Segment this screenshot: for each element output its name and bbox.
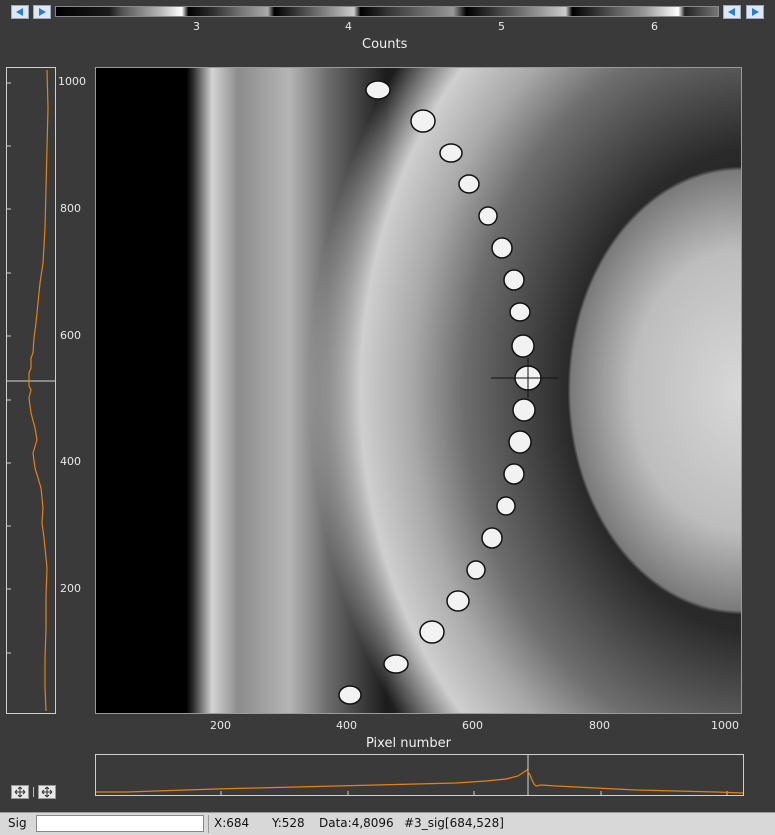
right-arrow-icon: [39, 8, 46, 16]
status-input-field[interactable]: [36, 815, 204, 832]
x-axis-title: Pixel number: [366, 736, 451, 751]
right-arrow-icon: [752, 8, 759, 16]
status-mode-label: Sig: [8, 816, 27, 830]
status-x-readout: X:684: [214, 816, 250, 830]
zoom-tool-button[interactable]: [38, 785, 56, 799]
colorbar-tick-label: 6: [651, 20, 658, 33]
y-tick-label: 1000: [58, 75, 86, 88]
x-tick-label: 800: [589, 719, 610, 732]
tool-separator: [33, 787, 34, 797]
colorbar-axis-title: Counts: [362, 37, 408, 52]
colorbar-left-prev-button[interactable]: [11, 5, 29, 19]
move-icon: [14, 786, 26, 798]
colorbar-right-prev-button[interactable]: [723, 5, 741, 19]
y-tick-label: 800: [60, 202, 81, 215]
left-arrow-icon: [728, 8, 735, 16]
y-tick-label: 600: [60, 329, 81, 342]
left-arrow-icon: [16, 8, 23, 16]
x-tick-label: 400: [336, 719, 357, 732]
spectrum-image[interactable]: [95, 67, 742, 714]
x-tick-label: 600: [462, 719, 483, 732]
colorbar-tick-label: 4: [345, 20, 352, 33]
vertical-profile-plot: [7, 69, 55, 712]
x-tick-label: 200: [210, 719, 231, 732]
status-source-readout: #3_sig[684,528]: [404, 816, 504, 830]
y-tick-label: 400: [60, 455, 81, 468]
status-y-readout: Y:528: [272, 816, 305, 830]
spectrum-overlay: [338, 80, 558, 705]
vertical-profile-line: [28, 69, 49, 712]
horizontal-profile-panel[interactable]: [95, 754, 744, 796]
status-divider: [208, 815, 209, 833]
colorbar-right-next-button[interactable]: [746, 5, 764, 19]
status-bar: Sig X:684 Y:528 Data:4,8096 #3_sig[684,5…: [0, 812, 775, 835]
image-y-axis: 200 400 600 800 1000: [56, 67, 95, 714]
colorbar[interactable]: [55, 6, 719, 17]
colorbar-tick-label: 5: [498, 20, 505, 33]
vertical-profile-panel[interactable]: [6, 67, 56, 714]
horizontal-profile-line: [96, 769, 743, 794]
horizontal-profile-plot: [96, 755, 743, 795]
y-tick-label: 200: [60, 582, 81, 595]
colorbar-left-next-button[interactable]: [33, 5, 51, 19]
x-tick-label: 1000: [711, 719, 739, 732]
status-data-readout: Data:4,8096: [319, 816, 394, 830]
colorbar-tick-label: 3: [193, 20, 200, 33]
pan-tool-button[interactable]: [11, 785, 29, 799]
move-icon: [41, 786, 53, 798]
